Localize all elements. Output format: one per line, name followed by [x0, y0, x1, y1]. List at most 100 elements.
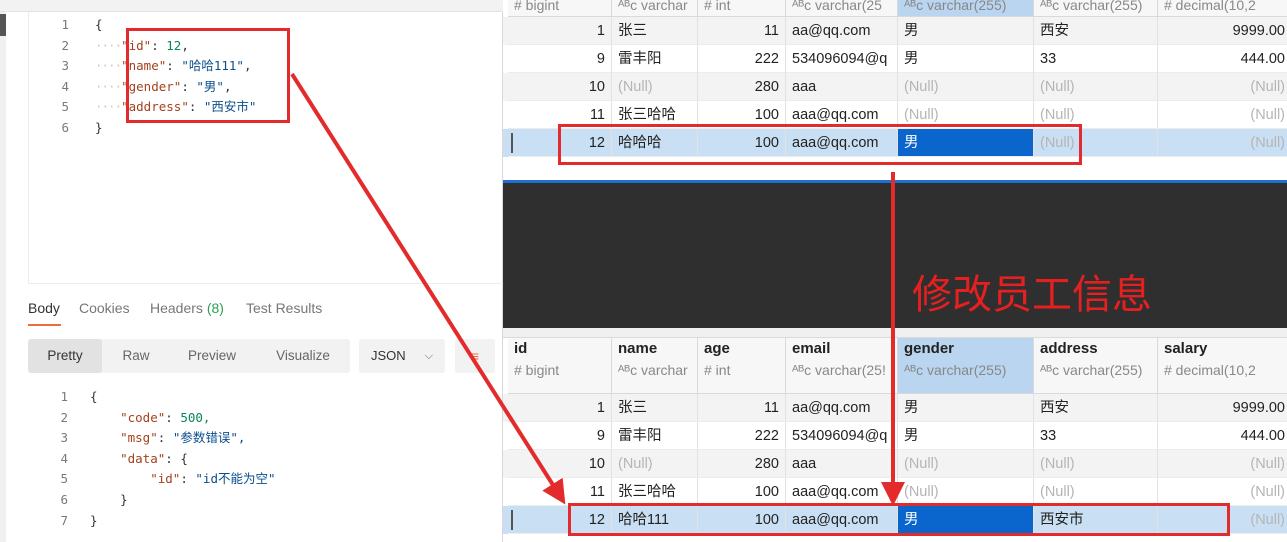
table-cell[interactable]: 男 — [898, 17, 1034, 45]
column-header[interactable]: age # int — [698, 338, 786, 394]
table-cell[interactable]: 张三哈哈 — [612, 478, 698, 506]
column-header[interactable]: id # bigint — [508, 338, 612, 394]
tab-body[interactable]: Body — [28, 300, 60, 316]
column-header[interactable]: # bigint — [508, 0, 612, 17]
table-cell[interactable]: (Null) — [1158, 450, 1287, 478]
column-header[interactable]: ᴬᴮᴄ varchar(255) — [1034, 0, 1158, 17]
table-cell[interactable]: aaa@qq.com — [786, 478, 898, 506]
table-cell[interactable]: 1 — [508, 17, 612, 45]
column-header[interactable]: email ᴬᴮᴄ varchar(25! — [786, 338, 898, 394]
table-cell[interactable]: 雷丰阳 — [612, 422, 698, 450]
table-cell[interactable]: 哈哈111 — [612, 506, 698, 534]
table-cell[interactable]: 9 — [508, 422, 612, 450]
table-cell[interactable]: (Null) — [898, 101, 1034, 129]
table-cell[interactable]: 哈哈哈 — [612, 129, 698, 157]
table-cell[interactable]: (Null) — [1158, 129, 1287, 157]
table-cell[interactable]: (Null) — [1158, 101, 1287, 129]
table-cell[interactable]: (Null) — [898, 478, 1034, 506]
tab-headers[interactable]: Headers (8) — [150, 300, 224, 316]
table-cell[interactable]: 444.00 — [1158, 45, 1287, 73]
table-cell[interactable]: (Null) — [1158, 478, 1287, 506]
table-cell[interactable]: 222 — [698, 45, 786, 73]
view-pretty-button[interactable]: Pretty — [28, 339, 102, 373]
table-cell[interactable]: (Null) — [612, 450, 698, 478]
wrap-lines-icon[interactable]: ≡ — [455, 339, 495, 373]
column-header[interactable]: address ᴬᴮᴄ varchar(255) — [1034, 338, 1158, 394]
table-cell[interactable]: 男 — [898, 506, 1034, 534]
table-cell[interactable]: 100 — [698, 101, 786, 129]
table-cell[interactable]: 100 — [698, 129, 786, 157]
table-cell[interactable]: 11 — [698, 17, 786, 45]
table-cell[interactable]: 33 — [1034, 422, 1158, 450]
column-header[interactable]: ᴬᴮᴄ varchar — [612, 0, 698, 17]
table-cell[interactable]: 西安市 — [1034, 506, 1158, 534]
json-value: { — [180, 450, 188, 466]
table-cell[interactable]: (Null) — [898, 73, 1034, 101]
json-key: "msg" — [120, 430, 158, 446]
table-cell[interactable]: 张三 — [612, 17, 698, 45]
response-body-viewer[interactable]: 1 {2 "code": 500, 3 "msg": "参数错误", 4 "data"… — [28, 386, 503, 542]
table-cell[interactable]: (Null) — [1158, 73, 1287, 101]
format-select[interactable]: JSON ⌵ — [359, 339, 445, 373]
table-cell[interactable]: 西安 — [1034, 17, 1158, 45]
view-preview-button[interactable]: Preview — [172, 339, 252, 373]
column-header[interactable]: name ᴬᴮᴄ varchar — [612, 338, 698, 394]
table-cell[interactable]: 222 — [698, 422, 786, 450]
table-cell[interactable]: (Null) — [612, 73, 698, 101]
table-cell[interactable]: (Null) — [1034, 129, 1158, 157]
table-cell[interactable]: 9999.00 — [1158, 394, 1287, 422]
table-cell[interactable]: 33 — [1034, 45, 1158, 73]
table-cell[interactable]: (Null) — [1034, 101, 1158, 129]
table-cell[interactable]: 100 — [698, 478, 786, 506]
table-cell[interactable]: (Null) — [1158, 506, 1287, 534]
table-cell[interactable]: (Null) — [1034, 478, 1158, 506]
table-cell[interactable]: 西安 — [1034, 394, 1158, 422]
table-cell[interactable]: 100 — [698, 506, 786, 534]
table-cell[interactable]: 11 — [508, 101, 612, 129]
table-cell[interactable]: 男 — [898, 394, 1034, 422]
view-raw-button[interactable]: Raw — [106, 339, 166, 373]
column-header[interactable]: # int — [698, 0, 786, 17]
table-cell[interactable]: 9 — [508, 45, 612, 73]
table-cell[interactable]: 534096094@q — [786, 45, 898, 73]
table-cell[interactable]: aaa — [786, 73, 898, 101]
table-cell[interactable]: 280 — [698, 450, 786, 478]
table-cell[interactable]: aa@qq.com — [786, 394, 898, 422]
table-cell[interactable]: 12 — [508, 506, 612, 534]
table-cell[interactable]: aaa@qq.com — [786, 129, 898, 157]
table-cell[interactable]: aaa@qq.com — [786, 101, 898, 129]
column-header[interactable]: ᴬᴮᴄ varchar(25 — [786, 0, 898, 17]
table-cell[interactable]: 12 — [508, 129, 612, 157]
table-cell[interactable]: 11 — [698, 394, 786, 422]
line-number: 1 — [61, 17, 69, 32]
table-cell[interactable]: 9999.00 — [1158, 17, 1287, 45]
column-header[interactable]: ᴬᴮᴄ varchar(255) — [898, 0, 1034, 17]
table-cell[interactable]: 11 — [508, 478, 612, 506]
table-cell[interactable]: 534096094@q — [786, 422, 898, 450]
view-visualize-button[interactable]: Visualize — [260, 339, 346, 373]
table-cell[interactable]: 男 — [898, 129, 1034, 157]
table-cell[interactable]: 雷丰阳 — [612, 45, 698, 73]
column-header[interactable]: salary # decimal(10,2 — [1158, 338, 1287, 394]
table-cell[interactable]: aa@qq.com — [786, 17, 898, 45]
table-cell[interactable]: 男 — [898, 45, 1034, 73]
table-cell[interactable]: 280 — [698, 73, 786, 101]
tab-test-results[interactable]: Test Results — [246, 300, 322, 316]
column-header[interactable]: gender ᴬᴮᴄ varchar(255) — [898, 338, 1034, 394]
table-cell[interactable]: (Null) — [898, 450, 1034, 478]
table-cell[interactable]: 10 — [508, 450, 612, 478]
table-cell[interactable]: 张三 — [612, 394, 698, 422]
table-cell[interactable]: 10 — [508, 73, 612, 101]
code-line: { — [95, 15, 103, 35]
table-cell[interactable]: aaa — [786, 450, 898, 478]
table-cell[interactable]: (Null) — [1034, 450, 1158, 478]
table-cell[interactable]: (Null) — [1034, 73, 1158, 101]
table-cell[interactable]: 444.00 — [1158, 422, 1287, 450]
request-body-editor[interactable]: 1{2 ····"id": 12, 3 ····"name": "哈哈111", 4 ··… — [28, 12, 503, 284]
column-header[interactable]: # decimal(10,2 — [1158, 0, 1287, 17]
table-cell[interactable]: 张三哈哈 — [612, 101, 698, 129]
table-cell[interactable]: 男 — [898, 422, 1034, 450]
tab-cookies[interactable]: Cookies — [79, 300, 130, 316]
table-cell[interactable]: 1 — [508, 394, 612, 422]
table-cell[interactable]: aaa@qq.com — [786, 506, 898, 534]
